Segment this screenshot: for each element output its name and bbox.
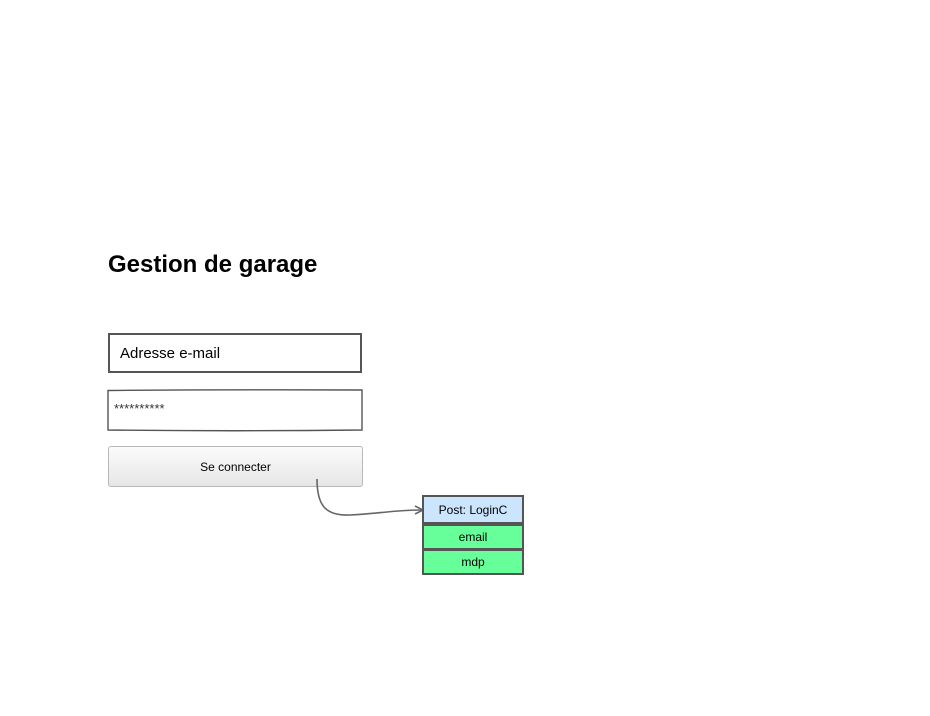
post-request-entity: Post: LoginC email mdp (422, 495, 524, 575)
mockup-canvas: Gestion de garage Adresse e-mail *******… (0, 0, 930, 716)
entity-field-label: mdp (461, 555, 485, 569)
entity-field-label: email (458, 530, 488, 544)
entity-header: Post: LoginC (422, 495, 524, 524)
connector-arrow (316, 478, 425, 516)
entity-header-label: Post: LoginC (438, 502, 508, 517)
entity-field-email: email (422, 524, 524, 550)
entity-field-mdp: mdp (422, 549, 524, 575)
